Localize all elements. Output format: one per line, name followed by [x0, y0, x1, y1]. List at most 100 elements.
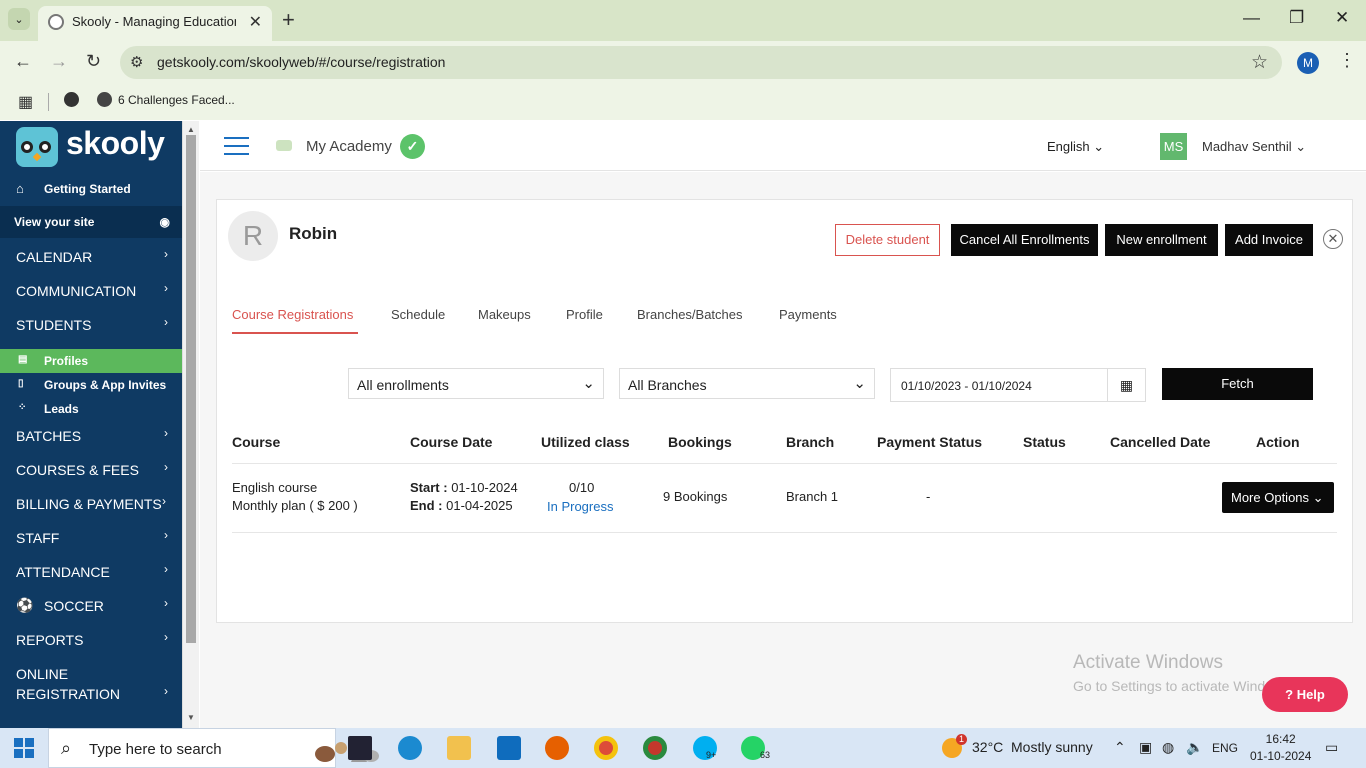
- scroll-thumb[interactable]: [186, 135, 196, 643]
- row-bookings[interactable]: 9 Bookings: [663, 489, 727, 504]
- cancel-all-enrollments-button[interactable]: Cancel All Enrollments: [951, 224, 1098, 256]
- tab-close-icon[interactable]: ✕: [249, 12, 262, 32]
- sidebar-item-groups[interactable]: ▯ Groups & App Invites: [0, 373, 182, 397]
- activate-windows-watermark: Activate Windows Go to Settings to activ…: [1073, 652, 1294, 694]
- sidebar-item-students[interactable]: STUDENTS ›: [0, 309, 182, 341]
- tray-chevron-up-icon[interactable]: ⌃: [1114, 739, 1126, 756]
- col-branch: Branch: [786, 434, 835, 450]
- weather-temp[interactable]: 32°C: [972, 739, 1003, 755]
- tab-branches-batches[interactable]: Branches/Batches: [637, 307, 743, 322]
- sidebar-item-staff[interactable]: STAFF ›: [0, 522, 182, 554]
- task-view-icon[interactable]: [348, 736, 372, 760]
- col-payment-status: Payment Status: [877, 434, 983, 450]
- skooly-owl-logo[interactable]: [16, 127, 58, 167]
- calendar-icon[interactable]: ▦: [1107, 369, 1145, 401]
- globe-icon[interactable]: [64, 92, 79, 107]
- reload-icon[interactable]: ↻: [86, 51, 101, 72]
- row-payment-status: -: [926, 489, 931, 504]
- sidebar-item-soccer[interactable]: ⚽ SOCCER ›: [0, 590, 182, 622]
- tab-payments[interactable]: Payments: [779, 307, 837, 322]
- chevron-right-icon: ›: [164, 460, 168, 474]
- sidebar-item-batches[interactable]: BATCHES ›: [0, 420, 182, 452]
- notifications-icon[interactable]: ▭: [1325, 739, 1338, 756]
- academy-name[interactable]: My Academy: [306, 138, 392, 155]
- tab-makeups[interactable]: Makeups: [478, 307, 531, 322]
- new-tab-icon[interactable]: +: [282, 7, 295, 33]
- chevron-down-icon: ⌄: [582, 375, 595, 392]
- sidebar-scrollbar[interactable]: ▲ ▼: [182, 121, 199, 728]
- url-text: getskooly.com/skoolyweb/#/course/registr…: [157, 54, 446, 70]
- user-avatar[interactable]: MS: [1160, 133, 1187, 160]
- new-enrollment-button[interactable]: New enrollment: [1105, 224, 1218, 256]
- volume-icon[interactable]: 🔈: [1186, 739, 1203, 756]
- tab-course-registrations[interactable]: Course Registrations: [232, 307, 353, 322]
- back-icon[interactable]: ←: [14, 51, 32, 72]
- view-your-site[interactable]: View your site ◉: [0, 206, 182, 238]
- url-input[interactable]: ⚙ getskooly.com/skoolyweb/#/course/regis…: [120, 46, 1282, 79]
- chevron-down-icon: ⌄: [1295, 139, 1307, 154]
- edge-icon[interactable]: [398, 736, 422, 760]
- row-progress-link[interactable]: In Progress: [547, 499, 613, 514]
- add-invoice-button[interactable]: Add Invoice: [1225, 224, 1313, 256]
- tab-schedule[interactable]: Schedule: [391, 307, 445, 322]
- file-explorer-icon[interactable]: [447, 736, 471, 760]
- scroll-down-icon: ▼: [187, 713, 195, 722]
- windows-start-icon[interactable]: [14, 738, 34, 758]
- fetch-button[interactable]: Fetch: [1162, 368, 1313, 400]
- sidebar-item-reports[interactable]: REPORTS ›: [0, 624, 182, 656]
- sidebar-item-communication[interactable]: COMMUNICATION ›: [0, 275, 182, 307]
- firefox-icon[interactable]: [545, 736, 569, 760]
- help-button[interactable]: ? Help: [1262, 677, 1348, 712]
- taskbar-clock[interactable]: 16:42 01-10-2024: [1250, 732, 1311, 763]
- delete-student-button[interactable]: Delete student: [835, 224, 940, 256]
- branches-select[interactable]: All Branches ⌄: [619, 368, 875, 399]
- tab-profile[interactable]: Profile: [566, 307, 603, 322]
- bookmarks-bar: ▦ 6 Challenges Faced...: [0, 84, 1366, 120]
- enrollments-select[interactable]: All enrollments ⌄: [348, 368, 604, 399]
- restore-icon[interactable]: ❐: [1289, 8, 1304, 28]
- window-close-icon[interactable]: ✕: [1335, 8, 1349, 28]
- sidebar-item-attendance[interactable]: ATTENDANCE ›: [0, 556, 182, 588]
- minimize-icon[interactable]: —: [1243, 8, 1260, 28]
- favicon-icon: [48, 14, 64, 30]
- language-select[interactable]: English ⌄: [1047, 139, 1104, 155]
- chrome-profile-icon[interactable]: [643, 736, 667, 760]
- bookmark-star-icon[interactable]: ☆: [1251, 51, 1268, 74]
- logo-text[interactable]: skooly: [66, 125, 165, 162]
- apps-grid-icon[interactable]: ▦: [18, 92, 33, 112]
- browser-menu-icon[interactable]: ⋮: [1338, 50, 1356, 71]
- user-menu[interactable]: Madhav Senthil ⌄: [1202, 139, 1306, 155]
- input-language[interactable]: ENG: [1212, 741, 1238, 755]
- sidebar-item-calendar[interactable]: CALENDAR ›: [0, 241, 182, 273]
- outlook-icon[interactable]: [497, 736, 521, 760]
- col-course: Course: [232, 434, 281, 450]
- sidebar-item-leads[interactable]: ⁘ Leads: [0, 397, 182, 421]
- sidebar-item-billing[interactable]: BILLING & PAYMENTS ›: [0, 488, 182, 520]
- browser-profile-avatar[interactable]: M: [1297, 52, 1319, 74]
- phone-icon: ▯: [18, 378, 24, 389]
- weather-badge: 1: [956, 734, 967, 745]
- sidebar-item-getting-started[interactable]: ⌂ Getting Started: [0, 174, 182, 204]
- sidebar-item-profiles[interactable]: ▤ Profiles: [0, 349, 182, 373]
- leads-icon: ⁘: [18, 402, 27, 413]
- soccer-ball-icon: ⚽: [16, 597, 34, 613]
- close-icon[interactable]: ✕: [1323, 229, 1343, 249]
- date-range-input[interactable]: 01/10/2023 - 01/10/2024 ▦: [890, 368, 1146, 402]
- row-course-plan: Monthly plan ( $ 200 ): [232, 498, 358, 513]
- browser-tab[interactable]: Skooly - Managing Educational ✕: [38, 6, 272, 41]
- sidebar-item-online-registration[interactable]: ONLINE REGISTRATION ›: [0, 658, 182, 708]
- tray-device-icon[interactable]: ▣: [1139, 739, 1152, 756]
- chrome-icon[interactable]: [594, 736, 618, 760]
- chevron-right-icon: ›: [164, 315, 168, 329]
- tab-search-icon[interactable]: ⌄: [8, 8, 30, 30]
- sidebar-item-courses-fees[interactable]: COURSES & FEES ›: [0, 454, 182, 486]
- hamburger-menu-icon[interactable]: [224, 135, 249, 157]
- taskbar-search-input[interactable]: ⌕ Type here to search: [48, 728, 379, 768]
- more-options-button[interactable]: More Options ⌄: [1222, 482, 1334, 513]
- site-info-icon[interactable]: ⚙: [130, 53, 143, 71]
- bookmark-item[interactable]: 6 Challenges Faced...: [118, 93, 235, 107]
- tray-network-icon[interactable]: ◍: [1162, 739, 1174, 756]
- forward-icon[interactable]: →: [50, 51, 68, 72]
- sidebar: skooly ⌂ Getting Started View your site …: [0, 121, 182, 728]
- weather-desc[interactable]: Mostly sunny: [1011, 739, 1093, 755]
